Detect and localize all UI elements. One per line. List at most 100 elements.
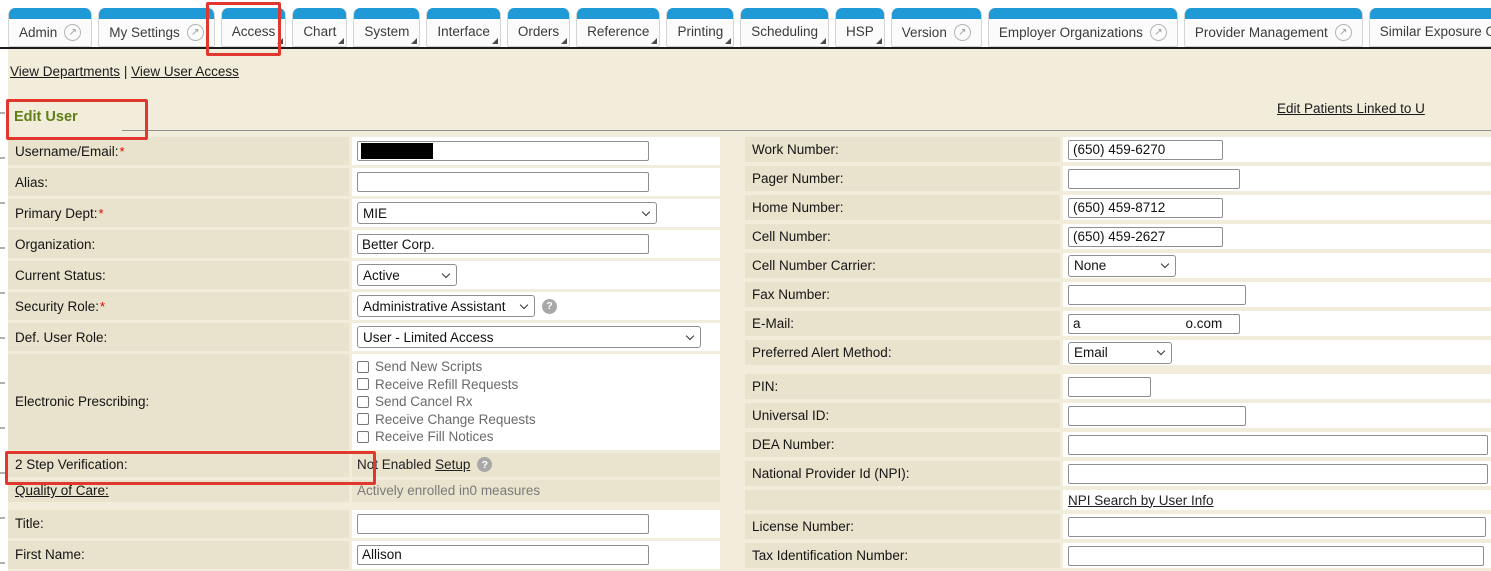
tab-provider-management[interactable]: Provider Management↗	[1184, 8, 1363, 47]
primary-dept-select[interactable]: MIE	[357, 202, 657, 224]
checkbox-icon[interactable]	[357, 378, 369, 390]
tab-access[interactable]: Access	[221, 8, 287, 47]
field-value-cell: User - Limited Access	[352, 323, 720, 351]
checkbox-icon[interactable]	[357, 361, 369, 373]
alias-input[interactable]	[357, 172, 649, 192]
field-value-cell	[352, 541, 720, 569]
checkbox-icon[interactable]	[357, 396, 369, 408]
field-value-cell: MIE	[352, 199, 720, 227]
tab-hsp[interactable]: HSP	[835, 8, 885, 47]
checkbox-label: Receive Fill Notices	[375, 429, 494, 444]
def-user-role-select[interactable]: User - Limited Access	[357, 326, 701, 348]
tab-label: Scheduling	[751, 24, 818, 39]
tab-chart[interactable]: Chart	[292, 8, 347, 47]
cell-number-input[interactable]	[1068, 227, 1223, 247]
field-value-cell: Email	[1063, 340, 1491, 365]
field-label: Fax Number:	[752, 287, 830, 302]
current-status-select[interactable]: Active	[357, 264, 457, 286]
chevron-down-icon	[520, 300, 528, 308]
tab-orders[interactable]: Orders	[507, 8, 570, 47]
selected-value: User - Limited Access	[363, 330, 494, 345]
pin-input[interactable]	[1068, 377, 1151, 397]
menu-indicator-icon	[561, 38, 567, 44]
field-label: DEA Number:	[752, 437, 835, 452]
tab-version[interactable]: Version↗	[891, 8, 982, 47]
row-title: Title:	[8, 510, 720, 538]
help-icon[interactable]: ?	[477, 457, 492, 472]
field-label: First Name:	[15, 547, 85, 562]
checkbox-label: Send New Scripts	[375, 359, 482, 374]
electronic-prescribing-option[interactable]: Send New Scripts	[357, 358, 536, 376]
electronic-prescribing-option[interactable]: Receive Refill Requests	[357, 376, 536, 394]
field-label-cell: Security Role:*	[8, 292, 349, 320]
legend-divider-line	[122, 130, 1491, 131]
preferred-alert-method-select[interactable]: Email	[1068, 342, 1172, 364]
menu-indicator-icon	[411, 38, 417, 44]
field-label-cell: Primary Dept:*	[8, 199, 349, 227]
row-cell-number: Cell Number:	[745, 224, 1491, 249]
npi-search-link[interactable]: NPI Search by User Info	[1068, 493, 1214, 508]
national-provider-id-input[interactable]	[1068, 464, 1488, 484]
selected-value: Email	[1074, 345, 1108, 360]
edit-patients-linked-link[interactable]: Edit Patients Linked to U	[1277, 101, 1425, 116]
checkbox-label: Receive Change Requests	[375, 412, 536, 427]
field-label: Organization:	[15, 237, 95, 252]
header-links: View Departments | View User Access	[10, 64, 239, 79]
electronic-prescribing-option[interactable]: Receive Fill Notices	[357, 428, 536, 446]
checkbox-icon[interactable]	[357, 431, 369, 443]
title-input[interactable]	[357, 514, 649, 534]
tab-label: Employer Organizations	[999, 25, 1143, 40]
view-departments-link[interactable]: View Departments	[10, 64, 120, 79]
security-role-select[interactable]: Administrative Assistant	[357, 295, 535, 317]
pager-number-input[interactable]	[1068, 169, 1240, 189]
organization-input[interactable]	[357, 234, 649, 254]
tab-admin[interactable]: Admin↗	[8, 8, 92, 47]
field-label: National Provider Id (NPI):	[752, 466, 910, 481]
tab-label: Chart	[303, 24, 336, 39]
tab-label-wrap: My Settings↗	[99, 8, 214, 47]
chevron-down-icon	[442, 269, 450, 277]
tab-label: Printing	[677, 24, 723, 39]
field-value-cell	[352, 137, 720, 165]
tab-label: HSP	[846, 24, 874, 39]
field-label-cell: Current Status:	[8, 261, 349, 289]
field-value-cell: Administrative Assistant?	[352, 292, 720, 320]
help-icon[interactable]: ?	[542, 299, 557, 314]
row-national-provider-id: National Provider Id (NPI):	[745, 461, 1491, 486]
tab-interface[interactable]: Interface	[426, 8, 501, 47]
dea-number-input[interactable]	[1068, 435, 1488, 455]
license-number-input[interactable]	[1068, 517, 1486, 537]
field-label-cell: License Number:	[745, 514, 1060, 539]
tab-similar-exposure-groups[interactable]: Similar Exposure Groups (	[1369, 8, 1491, 47]
first-name-input[interactable]	[357, 545, 649, 565]
field-label[interactable]: Quality of Care:	[15, 483, 109, 498]
field-label-cell: Cell Number:	[745, 224, 1060, 249]
tab-system[interactable]: System	[353, 8, 420, 47]
row-tax-identification-number: Tax Identification Number:	[745, 543, 1491, 568]
work-number-input[interactable]	[1068, 140, 1223, 160]
field-value-cell	[1063, 282, 1491, 307]
universal-id-input[interactable]	[1068, 406, 1246, 426]
tax-identification-number-input[interactable]	[1068, 546, 1484, 566]
view-user-access-link[interactable]: View User Access	[131, 64, 239, 79]
link-divider: |	[124, 64, 128, 79]
tab-employer-organizations[interactable]: Employer Organizations ↗	[988, 8, 1178, 47]
external-link-icon: ↗	[1150, 24, 1167, 41]
field-label: Tax Identification Number:	[752, 548, 908, 563]
cell-number-carrier-select[interactable]: None	[1068, 255, 1176, 277]
home-number-input[interactable]	[1068, 198, 1223, 218]
field-label-cell: Cell Number Carrier:	[745, 253, 1060, 278]
tab-my-settings[interactable]: My Settings↗	[98, 8, 215, 47]
field-label-cell: Title:	[8, 510, 349, 538]
menu-indicator-icon	[876, 38, 882, 44]
tab-printing[interactable]: Printing	[666, 8, 734, 47]
tab-scheduling[interactable]: Scheduling	[740, 8, 829, 47]
fax-number-input[interactable]	[1068, 285, 1246, 305]
setup-link[interactable]: Setup	[435, 457, 470, 472]
checkbox-icon[interactable]	[357, 413, 369, 425]
tab-reference[interactable]: Reference	[576, 8, 660, 47]
electronic-prescribing-option[interactable]: Send Cancel Rx	[357, 393, 536, 411]
field-value-cell: Send New Scripts Receive Refill RequestsS…	[352, 354, 720, 450]
electronic-prescribing-option[interactable]: Receive Change Requests	[357, 411, 536, 429]
e-mail-input[interactable]	[1068, 314, 1240, 334]
